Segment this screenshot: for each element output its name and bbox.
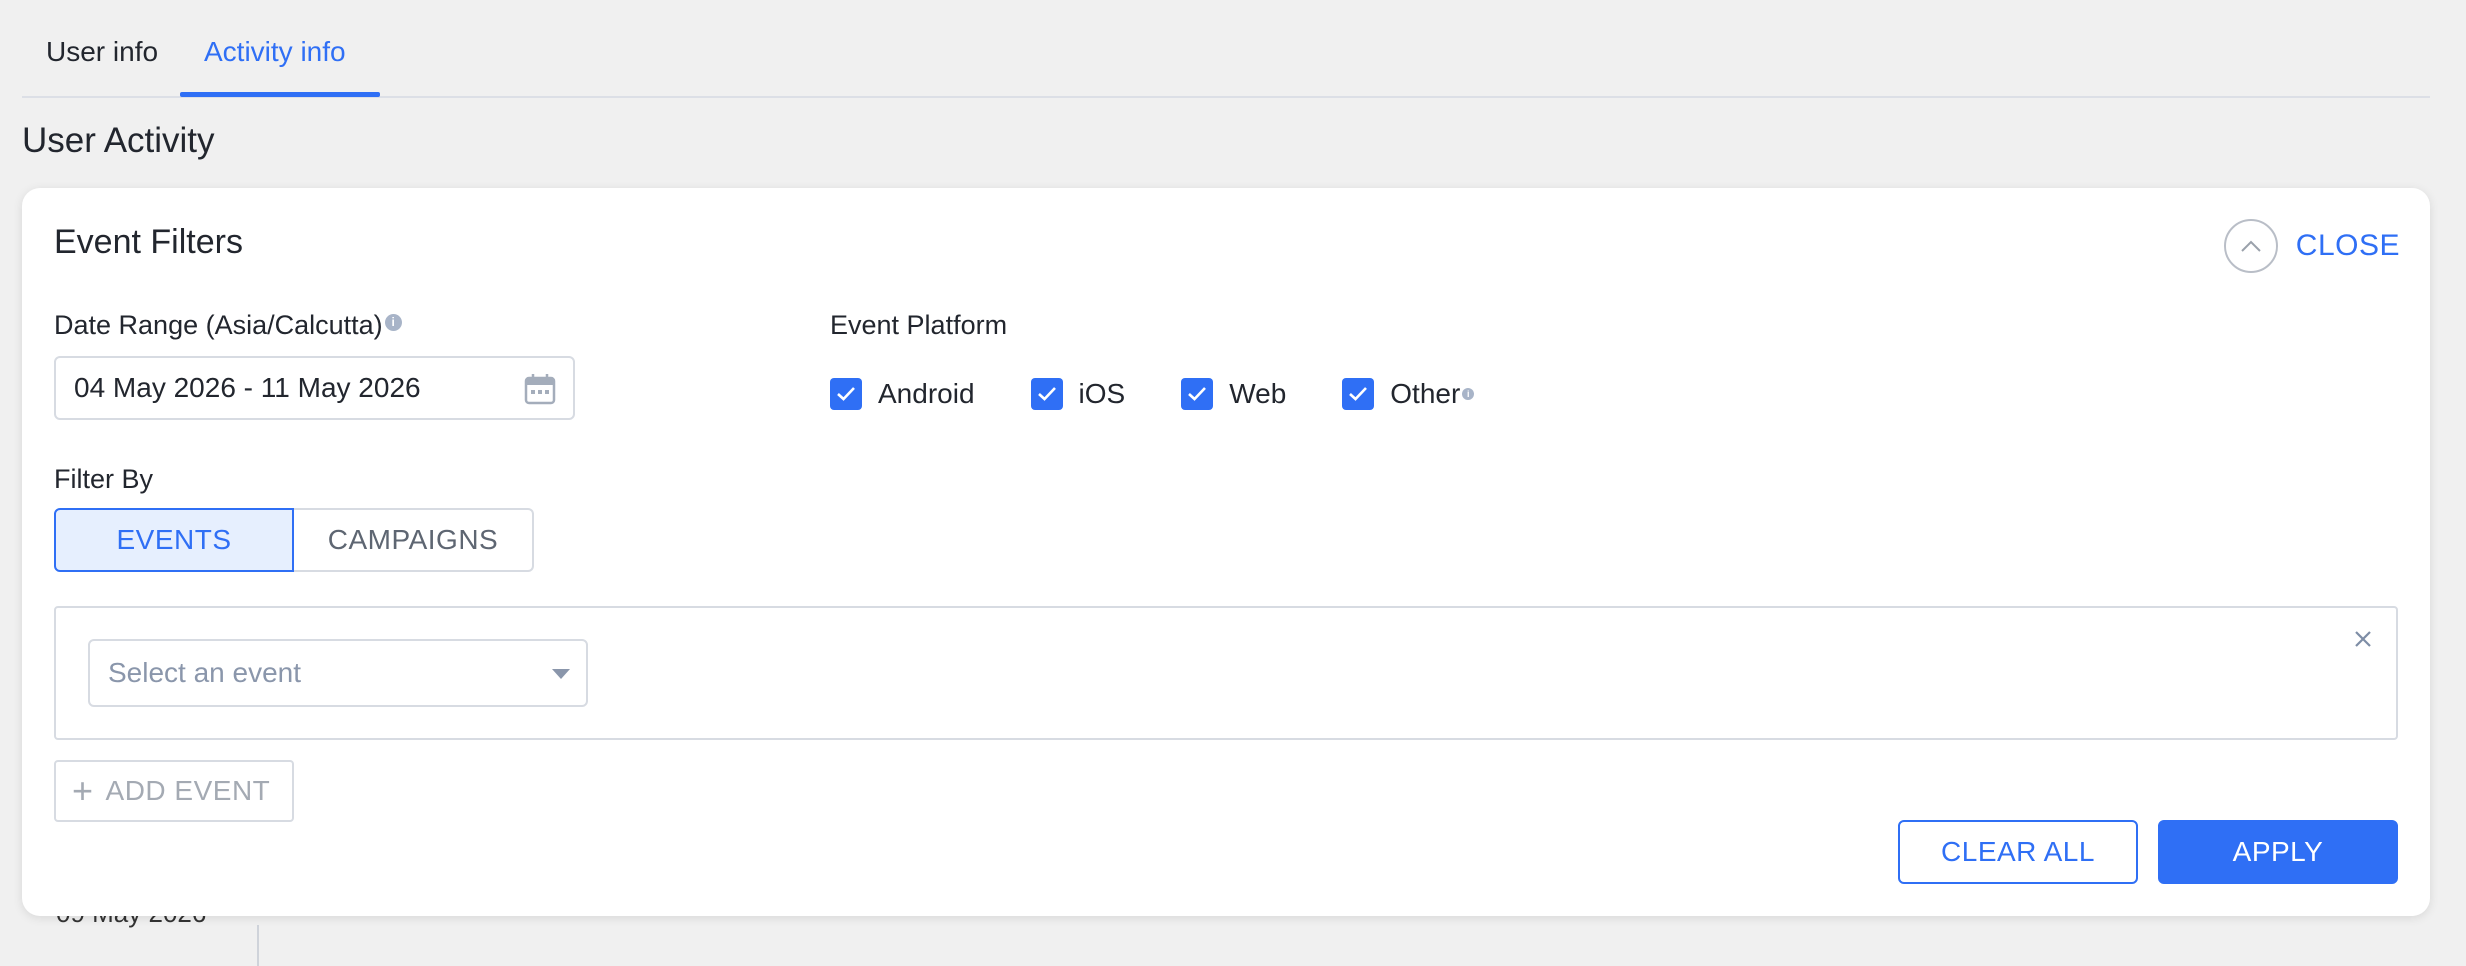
user-profile-page: User info Activity info User Activity 09… xyxy=(0,0,2466,966)
caret-down-icon xyxy=(552,669,570,679)
plus-icon: + xyxy=(72,770,94,811)
date-range-value: 04 May 2026 - 11 May 2026 xyxy=(74,372,421,403)
event-filters-panel: Event Filters CLOSE Date Range (Asia/Cal… xyxy=(22,188,2430,916)
platform-checkboxes: Android iOS Web Other i xyxy=(830,378,1530,410)
date-range-label-text: Date Range (Asia/Calcutta) xyxy=(54,310,383,340)
event-platform-label: Event Platform xyxy=(830,310,1008,340)
platform-label: Web xyxy=(1229,378,1287,409)
add-event-label: ADD EVENT xyxy=(105,775,271,806)
filter-by-toggle: EVENTS CAMPAIGNS xyxy=(54,508,534,572)
timeline-line xyxy=(257,925,259,966)
checkbox-web[interactable] xyxy=(1181,378,1214,410)
chevron-up-icon[interactable] xyxy=(2223,219,2278,273)
checkmark-icon xyxy=(1349,387,1368,401)
close-icon[interactable] xyxy=(2350,626,2376,652)
platform-ios[interactable]: iOS xyxy=(1030,378,1126,410)
checkmark-icon xyxy=(837,387,855,401)
checkbox-ios[interactable] xyxy=(1030,378,1063,410)
platform-android[interactable]: Android xyxy=(830,378,975,410)
clear-all-button[interactable]: CLEAR ALL xyxy=(1898,820,2138,884)
apply-button[interactable]: APPLY xyxy=(2158,820,2398,884)
info-icon[interactable]: i xyxy=(384,314,402,331)
tab-activity-info[interactable]: Activity info xyxy=(204,36,346,68)
platform-label: Other xyxy=(1390,378,1461,409)
checkbox-android[interactable] xyxy=(830,378,862,410)
calendar-icon[interactable] xyxy=(523,372,557,406)
event-filter-row: Select an event xyxy=(54,606,2398,740)
checkbox-other[interactable] xyxy=(1342,378,1375,410)
section-title: User Activity xyxy=(22,121,215,160)
checkmark-icon xyxy=(1188,387,1207,401)
platform-label: iOS xyxy=(1078,378,1126,409)
event-select-dropdown[interactable]: Select an event xyxy=(88,639,588,707)
add-event-button[interactable]: + ADD EVENT xyxy=(54,760,294,822)
filter-campaigns-button[interactable]: CAMPAIGNS xyxy=(294,508,534,572)
checkmark-icon xyxy=(1037,387,1056,401)
active-tab-indicator xyxy=(180,92,380,97)
platform-web[interactable]: Web xyxy=(1181,378,1286,410)
filter-by-label: Filter By xyxy=(54,464,154,494)
tab-bar: User info Activity info xyxy=(22,0,2430,98)
date-range-label: Date Range (Asia/Calcutta) i xyxy=(54,310,402,341)
platform-label: Android xyxy=(878,378,975,409)
info-icon[interactable]: i xyxy=(1462,388,1475,400)
date-range-input[interactable]: 04 May 2026 - 11 May 2026 xyxy=(54,356,575,420)
tab-user-info[interactable]: User info xyxy=(46,36,158,68)
close-label[interactable]: CLOSE xyxy=(2296,229,2400,263)
filter-events-button[interactable]: EVENTS xyxy=(54,508,294,572)
event-select-placeholder: Select an event xyxy=(108,657,302,688)
panel-title: Event Filters xyxy=(54,223,243,261)
close-button[interactable]: CLOSE xyxy=(2223,218,2400,274)
platform-other[interactable]: Other i xyxy=(1342,378,1475,410)
